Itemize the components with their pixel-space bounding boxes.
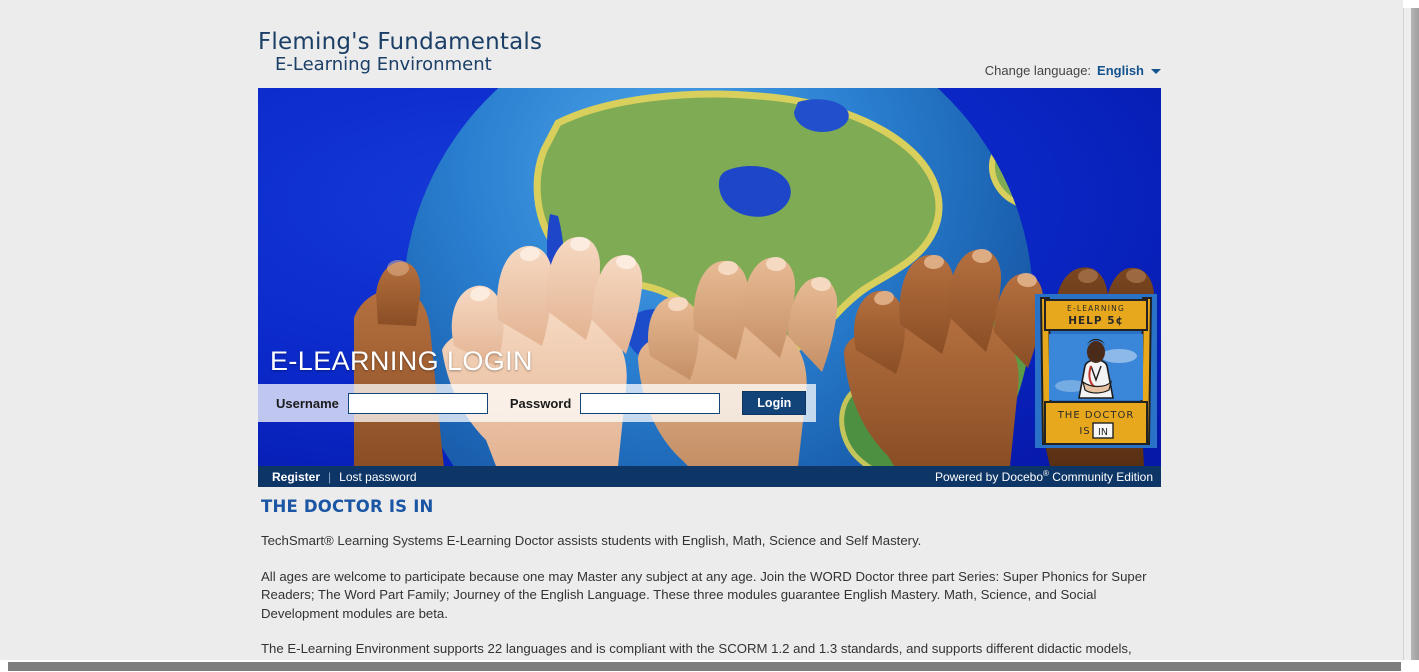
lost-password-link[interactable]: Lost password (339, 470, 416, 484)
booth-bottom-line2: IS (1079, 426, 1090, 437)
login-form: Username Password Login (258, 384, 816, 422)
hero-banner: E-LEARNING HELP 5¢ THE DOCTOR IS IN E-LE… (258, 88, 1161, 466)
chevron-down-icon[interactable] (1151, 69, 1161, 74)
page-title: THE DOCTOR IS IN (261, 497, 434, 516)
booth-top-line1: E-LEARNING (1067, 304, 1125, 313)
username-input[interactable] (347, 392, 488, 414)
horizontal-scrollbar-thumb[interactable] (8, 662, 1401, 671)
registered-mark-icon: ® (1043, 469, 1049, 478)
scrollbar-corner (1403, 0, 1419, 8)
language-selector[interactable]: Change language: English (985, 63, 1161, 78)
language-value[interactable]: English (1097, 63, 1144, 78)
page-content: THE DOCTOR IS IN TechSmart® Learning Sys… (261, 497, 1151, 672)
link-separator: | (328, 469, 332, 484)
password-label: Password (509, 395, 572, 411)
login-button[interactable]: Login (742, 391, 807, 415)
password-input[interactable] (580, 392, 721, 414)
vertical-scrollbar[interactable] (1403, 0, 1419, 660)
horizontal-scrollbar[interactable] (0, 660, 1419, 672)
booth-bottom-line1: THE DOCTOR (1057, 410, 1135, 421)
site-title-primary: Fleming's Fundamentals (258, 29, 543, 55)
powered-suffix: Community Edition (1052, 470, 1153, 484)
username-label: Username (276, 395, 339, 411)
banner-title: E-LEARNING LOGIN (270, 346, 533, 376)
booth-top-line2: HELP 5¢ (1068, 315, 1124, 327)
content-paragraph-1: TechSmart® Learning Systems E-Learning D… (261, 533, 922, 548)
content-paragraph-2: All ages are welcome to participate beca… (261, 568, 1147, 621)
vertical-scrollbar-thumb[interactable] (1411, 0, 1419, 660)
browser-viewport: Fleming's Fundamentals E-Learning Enviro… (0, 0, 1419, 672)
powered-by-text: Powered by Docebo® Community Edition (935, 469, 1153, 484)
register-link[interactable]: Register (272, 470, 320, 484)
doctor-booth-sign: E-LEARNING HELP 5¢ THE DOCTOR IS IN (1035, 294, 1157, 448)
site-header: Fleming's Fundamentals E-Learning Enviro… (258, 29, 1161, 78)
powered-prefix: Powered by Docebo (934, 470, 1044, 484)
language-label: Change language: (984, 63, 1092, 78)
booth-status-badge: IN (1098, 427, 1108, 438)
banner-footer-bar: Register | Lost password Powered by Doce… (258, 466, 1161, 487)
